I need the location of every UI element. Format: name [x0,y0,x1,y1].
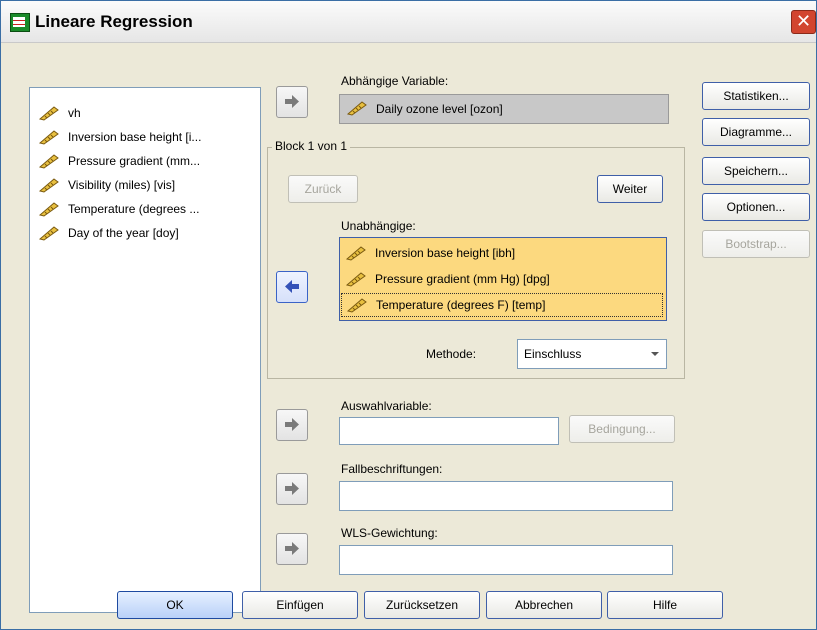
chevron-down-icon [651,352,659,356]
ruler-scale-icon [345,272,366,287]
method-select[interactable]: Einschluss [517,339,667,369]
wls-weight-field[interactable] [339,545,673,575]
dependent-label: Abhängige Variable: [341,74,449,88]
ruler-scale-icon [346,101,367,116]
method-label: Methode: [426,347,477,361]
close-icon: ✕ [795,11,812,31]
move-independent-button[interactable] [276,271,308,303]
close-button[interactable]: ✕ [791,10,816,34]
ok-button[interactable]: OK [117,591,233,619]
list-item[interactable]: Inversion base height [ibh] [341,242,663,264]
options-button[interactable]: Optionen... [702,193,810,221]
selection-label: Auswahlvariable: [341,399,432,413]
title-bar[interactable]: Lineare Regression ✕ [1,1,816,43]
wls-label: WLS-Gewichtung: [341,526,438,540]
move-dependent-button[interactable] [276,86,308,118]
dependent-variable-field[interactable]: Daily ozone level [ozon] [339,94,669,124]
ruler-scale-icon [38,202,59,217]
list-item-label: Pressure gradient (mm... [68,154,201,168]
arrow-right-icon [285,542,299,555]
list-item-label: Pressure gradient (mm Hg) [dpg] [375,272,550,286]
list-item[interactable]: Pressure gradient (mm Hg) [dpg] [341,268,663,290]
independent-label: Unabhängige: [341,219,416,233]
list-item-label: Temperature (degrees F) [temp] [376,298,546,312]
move-wls-button[interactable] [276,533,308,565]
list-item-label: Temperature (degrees ... [68,202,200,216]
independent-variable-list[interactable]: Inversion base height [ibh] Pressure gra… [339,237,667,321]
back-button[interactable]: Zurück [288,175,358,203]
ruler-scale-icon [38,178,59,193]
move-case-labels-button[interactable] [276,473,308,505]
ruler-scale-icon [38,130,59,145]
window-title: Lineare Regression [35,12,193,31]
list-item-label: Inversion base height [ibh] [375,246,516,260]
condition-button[interactable]: Bedingung... [569,415,675,443]
reset-button[interactable]: Zurücksetzen [364,591,480,619]
linear-regression-dialog: Lineare Regression ✕ vh Inversion base h… [0,0,817,630]
arrow-left-icon [285,280,299,293]
next-button[interactable]: Weiter [597,175,663,203]
method-value: Einschluss [524,347,582,361]
statistics-button[interactable]: Statistiken... [702,82,810,110]
case-labels-label: Fallbeschriftungen: [341,462,443,476]
arrow-right-icon [285,482,299,495]
list-item[interactable]: Temperature (degrees F) [temp] [341,293,663,317]
move-selection-button[interactable] [276,409,308,441]
case-labels-field[interactable] [339,481,673,511]
dependent-variable-value: Daily ozone level [ozon] [376,102,503,116]
list-item-label: vh [68,106,81,120]
source-variable-list[interactable]: vh Inversion base height [i... Pressure … [29,87,261,613]
ruler-scale-icon [345,246,366,261]
ruler-scale-icon [346,298,367,313]
list-item-label: Visibility (miles) [vis] [68,178,176,192]
arrow-right-icon [285,418,299,431]
plots-button[interactable]: Diagramme... [702,118,810,146]
help-button[interactable]: Hilfe [607,591,723,619]
ruler-scale-icon [38,154,59,169]
ruler-scale-icon [38,106,59,121]
bootstrap-button[interactable]: Bootstrap... [702,230,810,258]
ruler-scale-icon [38,226,59,241]
spss-app-icon [10,13,30,32]
block-title: Block 1 von 1 [272,139,351,153]
arrow-right-icon [285,95,299,108]
cancel-button[interactable]: Abbrechen [486,591,602,619]
selection-variable-field[interactable] [339,417,559,445]
list-item-label: Day of the year [doy] [68,226,179,240]
list-item-label: Inversion base height [i... [68,130,202,144]
paste-button[interactable]: Einfügen [242,591,358,619]
save-button[interactable]: Speichern... [702,157,810,185]
